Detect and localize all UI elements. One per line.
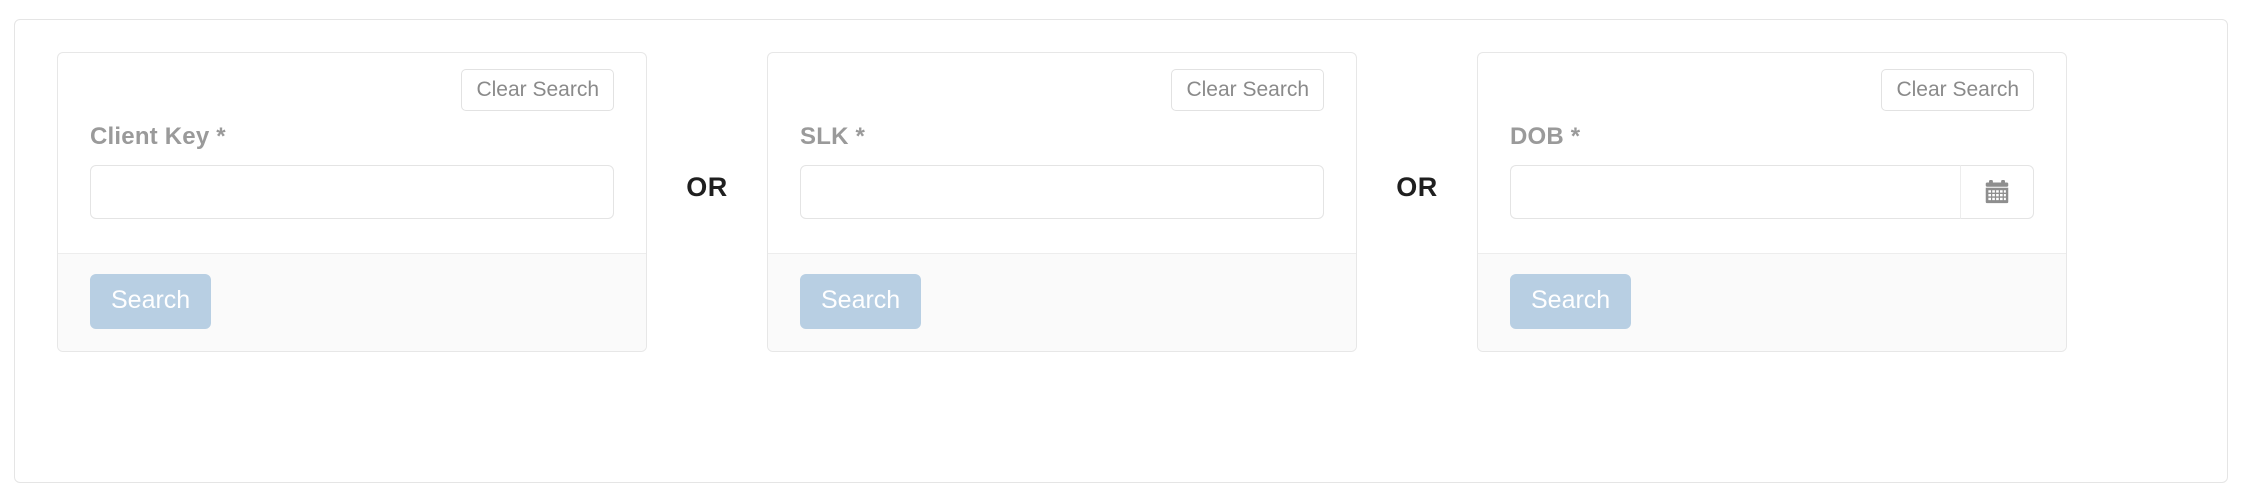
field-label-slk: SLK *	[800, 123, 866, 150]
search-card-slk: Clear Search SLK * Search	[767, 52, 1357, 352]
calendar-icon	[1982, 177, 2012, 207]
dob-input-group	[1510, 165, 2034, 219]
search-card-body: Clear Search DOB *	[1478, 53, 2066, 253]
field-label-client-key: Client Key *	[90, 123, 226, 150]
or-separator-2: OR	[1396, 172, 1438, 202]
search-card-client-key: Clear Search Client Key * Search	[57, 52, 647, 352]
slk-input[interactable]	[800, 165, 1324, 219]
search-criteria-row: Clear Search Client Key * Search OR Clea…	[15, 20, 2227, 482]
search-button-client-key[interactable]: Search	[90, 274, 212, 329]
search-card-footer: Search	[58, 253, 646, 351]
search-card-body: Clear Search SLK *	[768, 53, 1356, 253]
search-button-dob[interactable]: Search	[1510, 274, 1632, 329]
clear-search-button-dob[interactable]: Clear Search	[1881, 69, 2034, 111]
client-key-input[interactable]	[90, 165, 614, 219]
search-card-footer: Search	[768, 253, 1356, 351]
dob-input[interactable]	[1510, 165, 1960, 219]
field-label-dob: DOB *	[1510, 123, 1581, 150]
clear-search-button-client-key[interactable]: Clear Search	[461, 69, 614, 111]
clear-search-row: Clear Search	[1510, 69, 2034, 111]
clear-search-row: Clear Search	[800, 69, 1324, 111]
client-search-panel: Clear Search Client Key * Search OR Clea…	[14, 19, 2228, 483]
search-card-footer: Search	[1478, 253, 2066, 351]
search-card-body: Clear Search Client Key *	[58, 53, 646, 253]
calendar-picker-button[interactable]	[1960, 165, 2034, 219]
or-separator-1: OR	[686, 172, 728, 202]
clear-search-row: Clear Search	[90, 69, 614, 111]
search-button-slk[interactable]: Search	[800, 274, 922, 329]
search-card-dob: Clear Search DOB * Search	[1477, 52, 2067, 352]
clear-search-button-slk[interactable]: Clear Search	[1171, 69, 1324, 111]
